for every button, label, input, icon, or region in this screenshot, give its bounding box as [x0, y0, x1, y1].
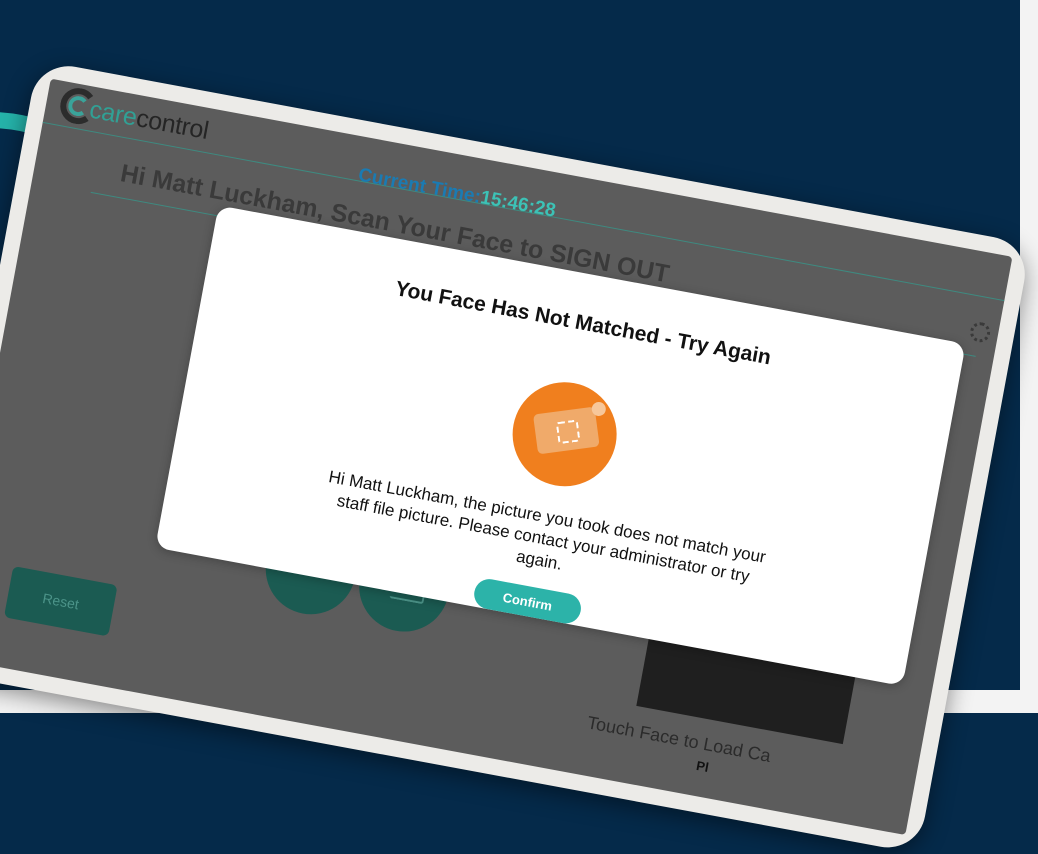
logo-prefix: care — [87, 95, 140, 132]
face-scan-phone-icon — [504, 373, 626, 495]
touch-face-subtext: Pl — [695, 757, 710, 775]
time-label: Current Time: — [356, 164, 483, 208]
confirm-button[interactable]: Confirm — [471, 576, 584, 626]
reset-label: Reset — [41, 590, 81, 613]
logo-wordmark: carecontrol — [87, 95, 211, 146]
scan-mark-icon — [555, 419, 581, 445]
reset-button[interactable]: Reset — [3, 565, 118, 637]
tablet-screen: carecontrol Current Time:15:46:28 Hi Mat… — [0, 78, 1013, 836]
face-not-matched-dialog: You Face Has Not Matched - Try Again Hi … — [155, 205, 966, 687]
right-margin-panel — [1020, 0, 1038, 713]
time-value: 15:46:28 — [478, 187, 558, 222]
tablet-device: carecontrol Current Time:15:46:28 Hi Mat… — [0, 60, 1032, 854]
gear-icon[interactable] — [968, 320, 992, 344]
logo-suffix: control — [133, 104, 211, 145]
